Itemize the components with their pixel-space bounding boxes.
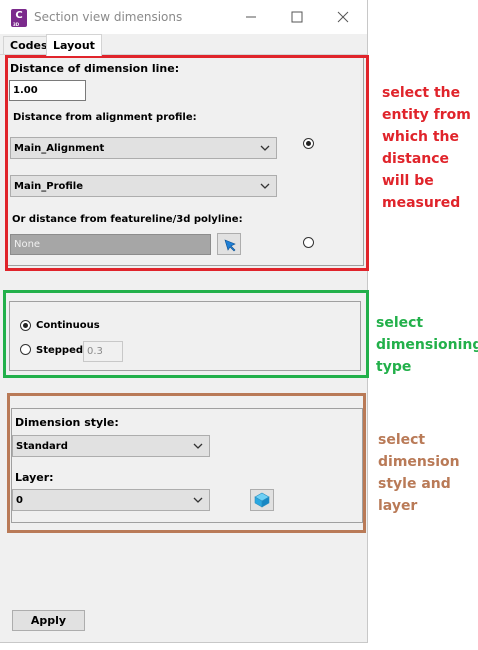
minimize-icon: [246, 16, 256, 18]
annotation-line: select: [376, 315, 424, 331]
close-button[interactable]: [320, 0, 366, 34]
app-logo-icon: C 3D: [11, 9, 27, 27]
minimize-button[interactable]: [228, 0, 274, 34]
annotation-line: dimensioning: [376, 337, 478, 353]
apply-button[interactable]: Apply: [12, 610, 85, 631]
app-icon-letter: C: [15, 10, 23, 21]
annotation-red: select the entity from which the distanc…: [382, 82, 471, 214]
app-icon-sub: 3D: [13, 22, 20, 27]
annotation-line: style and: [378, 476, 451, 492]
tab-layout[interactable]: Layout: [46, 34, 102, 56]
highlight-frame-type: [3, 290, 369, 378]
annotation-line: layer: [378, 498, 418, 514]
window-title: Section view dimensions: [34, 10, 183, 24]
maximize-button[interactable]: [274, 0, 320, 34]
annotation-line: type: [376, 359, 412, 375]
annotation-line: select: [378, 432, 426, 448]
close-icon: [337, 11, 349, 23]
annotation-line: entity from: [382, 107, 471, 123]
annotation-line: dimension: [378, 454, 460, 470]
maximize-icon: [291, 11, 303, 23]
annotation-line: distance: [382, 151, 450, 167]
title-bar: C 3D Section view dimensions: [0, 0, 367, 34]
annotation-line: select the: [382, 85, 461, 101]
highlight-frame-style: [7, 393, 366, 533]
annotation-line: measured: [382, 195, 461, 211]
annotation-line: will be: [382, 173, 434, 189]
highlight-frame-distance: [5, 55, 369, 271]
annotation-green: select dimensioning type: [376, 312, 478, 378]
annotation-brown: select dimension style and layer: [378, 429, 460, 517]
annotation-line: which the: [382, 129, 459, 145]
